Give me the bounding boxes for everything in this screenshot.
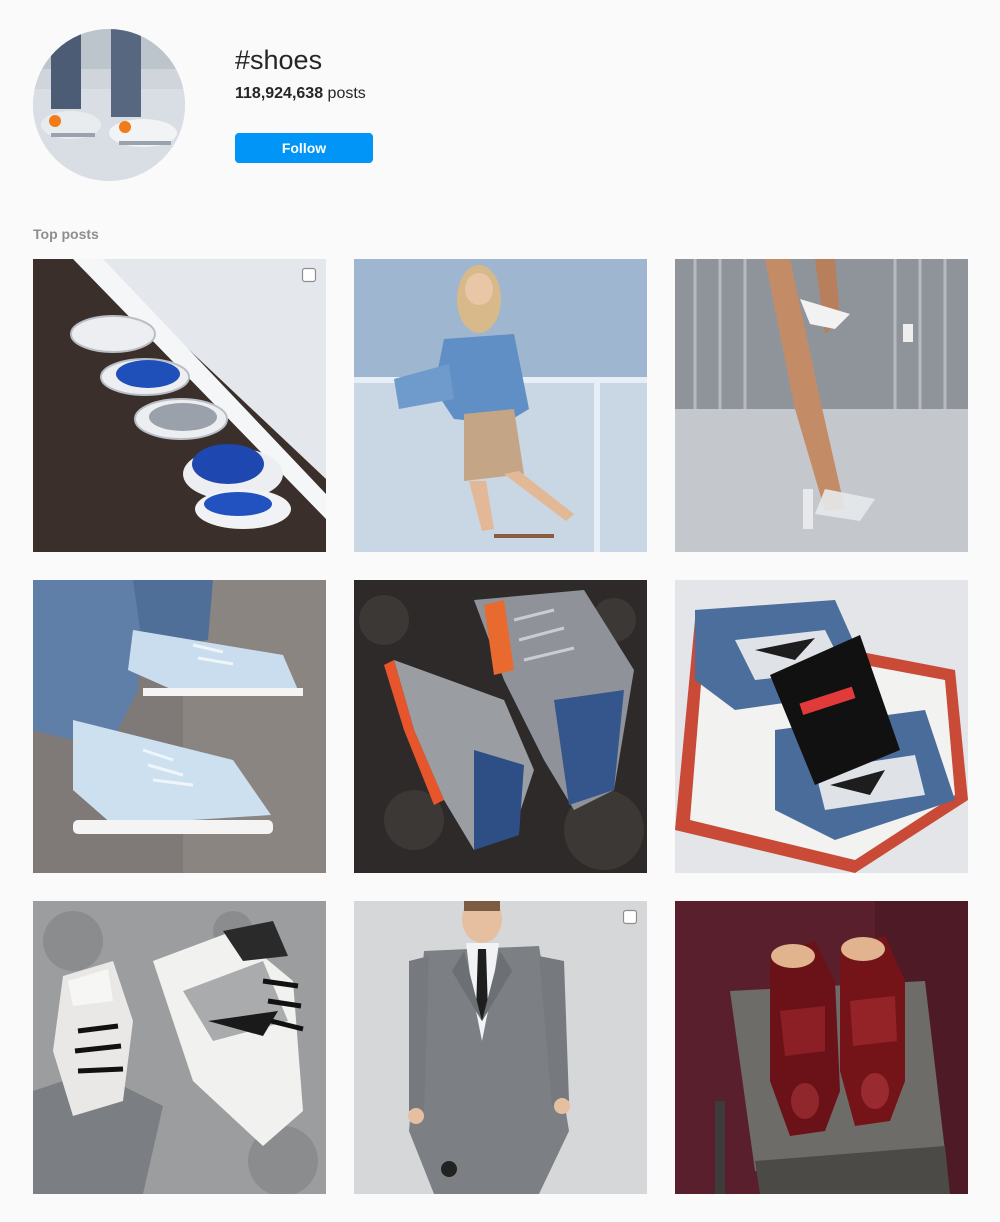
post-image bbox=[354, 259, 647, 552]
hashtag-page: #shoes 118,924,638 posts Follow Top post… bbox=[0, 0, 1000, 1222]
post-count-number: 118,924,638 bbox=[235, 85, 324, 102]
post-burgundy-oxfords[interactable] bbox=[675, 901, 968, 1194]
post-sneakers-row[interactable] bbox=[33, 259, 326, 552]
post-count: 118,924,638 posts bbox=[235, 84, 366, 104]
post-denim-jacket-woman[interactable] bbox=[354, 259, 647, 552]
post-image bbox=[33, 901, 326, 1194]
post-image bbox=[675, 259, 968, 552]
post-grey-blue-runners[interactable] bbox=[354, 580, 647, 873]
hashtag-title: #shoes bbox=[235, 45, 323, 75]
top-posts-grid bbox=[33, 259, 968, 1194]
post-image bbox=[33, 580, 326, 873]
post-grey-white-jordans[interactable] bbox=[33, 901, 326, 1194]
post-fear-jordans-box[interactable] bbox=[675, 580, 968, 873]
post-image bbox=[33, 259, 326, 552]
post-grey-suit-man[interactable] bbox=[354, 901, 647, 1194]
post-image bbox=[354, 901, 647, 1194]
top-posts-label: Top posts bbox=[33, 226, 99, 242]
multiple-posts-icon bbox=[622, 909, 638, 925]
hashtag-avatar bbox=[33, 29, 185, 181]
post-image bbox=[354, 580, 647, 873]
post-image bbox=[675, 901, 968, 1194]
hashtag-header: #shoes 118,924,638 posts Follow bbox=[33, 29, 968, 181]
post-clear-heels[interactable] bbox=[675, 259, 968, 552]
post-count-suffix: posts bbox=[323, 85, 366, 102]
post-light-blue-yeezy[interactable] bbox=[33, 580, 326, 873]
follow-button[interactable]: Follow bbox=[235, 133, 373, 163]
multiple-posts-icon bbox=[301, 267, 317, 283]
post-image bbox=[675, 580, 968, 873]
